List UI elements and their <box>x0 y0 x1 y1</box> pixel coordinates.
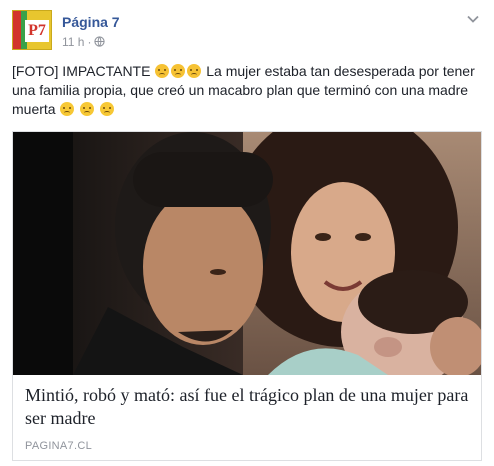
post-header: P7 Página 7 11 h · <box>12 10 482 52</box>
sad-face-icon <box>60 102 75 116</box>
crying-face-icon <box>155 64 170 78</box>
avatar-logo: P7 <box>25 20 49 42</box>
post-message: [FOTO] IMPACTANTE La mujer estaba tan de… <box>12 62 482 119</box>
sad-face-icon <box>100 102 115 116</box>
sad-face-icon <box>80 102 95 116</box>
chevron-down-icon[interactable] <box>466 12 480 26</box>
link-preview-card[interactable]: Mintió, robó y mató: así fue el trágico … <box>12 131 482 461</box>
meta-separator: · <box>87 35 92 49</box>
post-timestamp[interactable]: 11 h <box>62 35 84 49</box>
crying-face-icon <box>171 64 186 78</box>
crying-face-icon <box>187 64 202 78</box>
article-domain: PAGINA7.CL <box>25 440 92 452</box>
post-text-start: [FOTO] IMPACTANTE <box>12 63 155 79</box>
post-meta: 11 h · <box>62 34 106 50</box>
page-avatar[interactable]: P7 <box>12 10 52 50</box>
facebook-post: P7 Página 7 11 h · [FOTO] IMPACTANTE La m… <box>0 0 494 466</box>
globe-icon[interactable] <box>94 36 106 47</box>
article-photo[interactable] <box>13 132 481 375</box>
article-title[interactable]: Mintió, robó y mató: así fue el trágico … <box>25 384 469 430</box>
page-name-link[interactable]: Página 7 <box>62 13 120 31</box>
avatar-red-stripe <box>13 11 21 49</box>
